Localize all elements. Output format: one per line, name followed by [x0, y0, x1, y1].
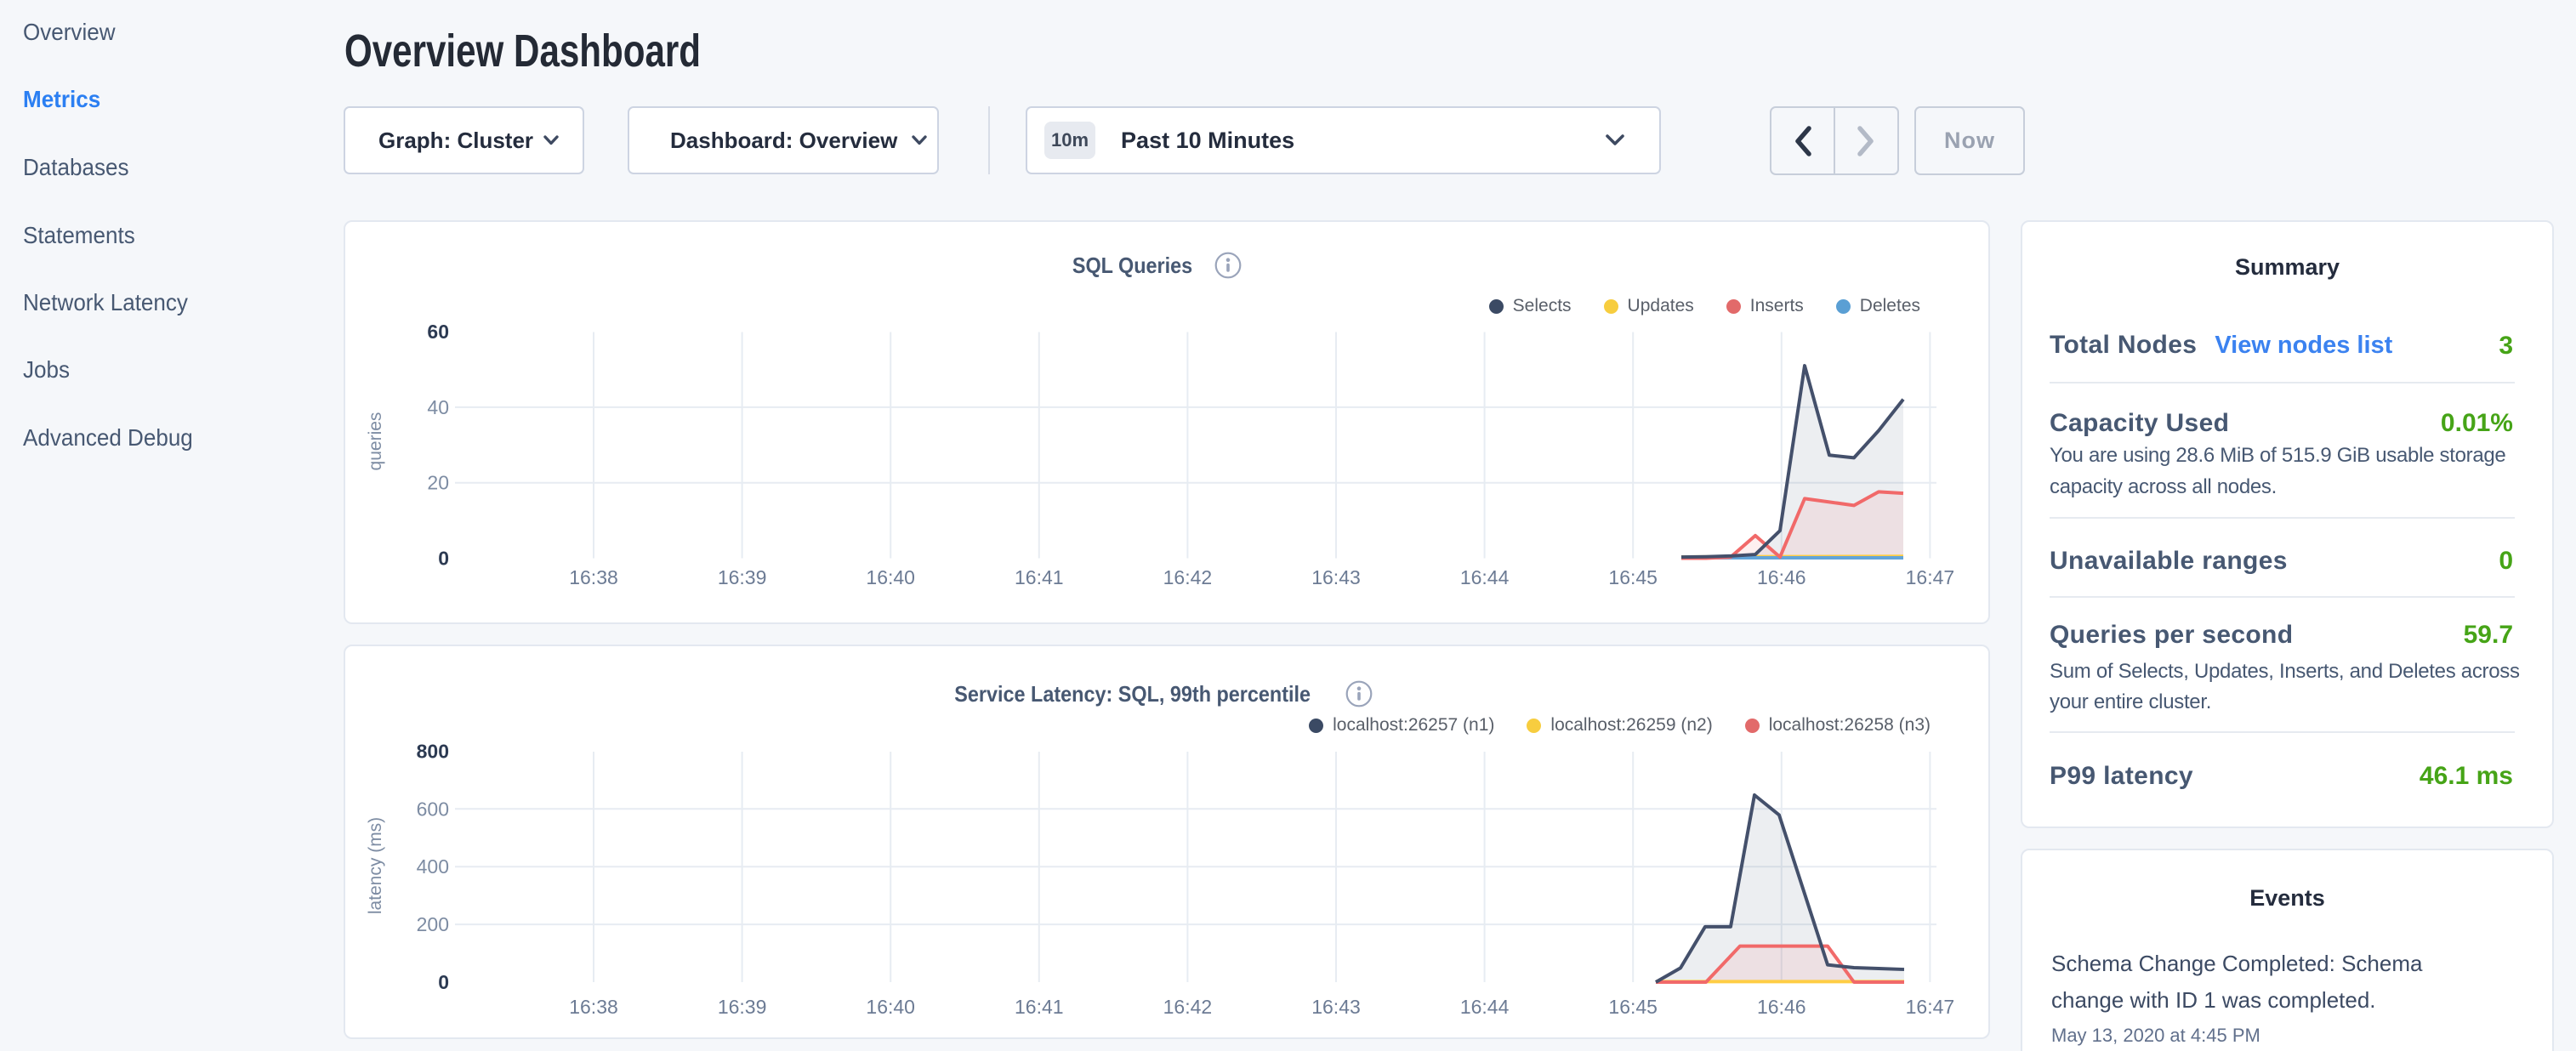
svg-text:16:41: 16:41: [1015, 566, 1064, 588]
svg-text:16:46: 16:46: [1757, 566, 1806, 588]
svg-text:16:42: 16:42: [1163, 996, 1213, 1018]
svg-text:40: 40: [427, 396, 449, 418]
svg-text:600: 600: [417, 798, 449, 820]
svg-text:800: 800: [417, 740, 449, 762]
svg-text:16:39: 16:39: [718, 566, 767, 588]
svg-text:16:44: 16:44: [1460, 566, 1510, 588]
svg-text:200: 200: [417, 913, 449, 935]
svg-text:16:38: 16:38: [569, 566, 618, 588]
svg-text:16:43: 16:43: [1311, 566, 1361, 588]
svg-text:16:39: 16:39: [718, 996, 767, 1018]
svg-text:16:47: 16:47: [1906, 996, 1955, 1018]
svg-text:16:42: 16:42: [1163, 566, 1213, 588]
svg-text:16:45: 16:45: [1608, 566, 1658, 588]
svg-text:16:40: 16:40: [866, 566, 915, 588]
svg-text:queries: queries: [366, 412, 385, 471]
svg-text:16:44: 16:44: [1460, 996, 1510, 1018]
svg-text:16:46: 16:46: [1757, 996, 1806, 1018]
svg-text:400: 400: [417, 855, 449, 878]
svg-text:16:43: 16:43: [1311, 996, 1361, 1018]
svg-text:60: 60: [427, 321, 449, 343]
svg-text:0: 0: [438, 548, 449, 570]
svg-text:16:47: 16:47: [1906, 566, 1955, 588]
svg-text:16:41: 16:41: [1015, 996, 1064, 1018]
svg-text:16:38: 16:38: [569, 996, 618, 1018]
svg-text:16:40: 16:40: [866, 996, 915, 1018]
svg-text:16:45: 16:45: [1608, 996, 1658, 1018]
svg-text:latency (ms): latency (ms): [366, 817, 385, 914]
svg-text:20: 20: [427, 472, 449, 494]
svg-text:0: 0: [438, 971, 449, 993]
